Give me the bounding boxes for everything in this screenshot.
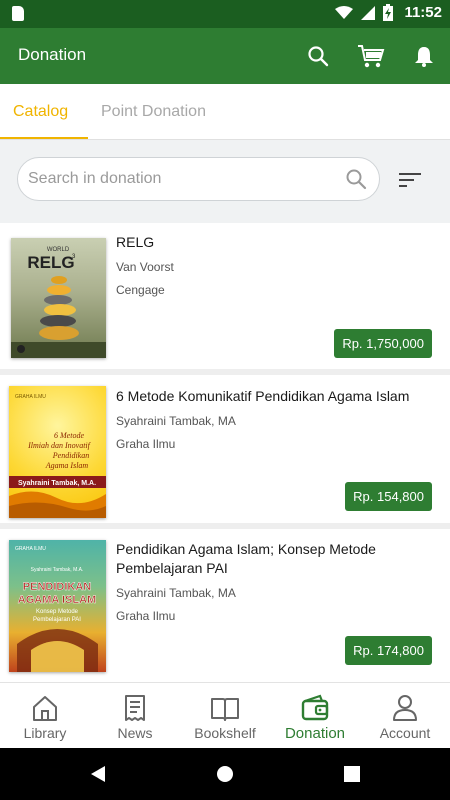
news-icon <box>125 695 145 721</box>
person-icon <box>393 695 417 721</box>
active-tab-indicator <box>0 137 88 139</box>
system-navigation-bar <box>0 748 450 800</box>
nav-account[interactable]: Account <box>360 683 450 749</box>
tab-point-donation[interactable]: Point Donation <box>101 103 206 121</box>
cover-line: Pendidikan <box>52 451 89 460</box>
cover-title-text: RELG <box>27 253 74 272</box>
cover-line: PENDIDIKAN <box>23 581 92 593</box>
book-cover-art: GRAHA ILMU Syahraini Tambak, M.A. PENDID… <box>15 546 98 672</box>
book-card[interactable]: GRAHA ILMU 6 Metode Ilmiah dan Inovatif … <box>0 375 450 523</box>
book-author: Van Voorst <box>116 260 174 274</box>
cover-edition-text: 3 <box>72 254 76 260</box>
tab-catalog[interactable]: Catalog <box>13 103 68 121</box>
clock: 11:52 <box>404 4 442 21</box>
home-icon <box>33 696 57 721</box>
notifications-button[interactable] <box>410 42 438 70</box>
search-button[interactable] <box>304 42 332 70</box>
wallet-icon <box>301 694 329 721</box>
cover-author-text: Syahraini Tambak, M.A. <box>18 480 96 487</box>
cart-icon <box>358 45 385 68</box>
cover-line: AGAMA ISLAM <box>18 594 96 606</box>
price-button[interactable]: Rp. 174,800 <box>345 636 432 665</box>
sim-card-icon <box>12 6 24 21</box>
tab-bar: Catalog Point Donation <box>0 84 450 140</box>
search-area <box>0 140 450 223</box>
app-bar: Donation <box>0 28 450 84</box>
bottom-navigation: Library News Bookshelf Donation Account <box>0 682 450 748</box>
book-cover[interactable]: GRAHA ILMU Syahraini Tambak, M.A. PENDID… <box>9 540 106 672</box>
book-publisher: Graha Ilmu <box>116 609 176 623</box>
book-publisher: Cengage <box>116 283 165 297</box>
cover-line: Agama Islam <box>45 461 89 470</box>
book-card[interactable]: WORLD RELG 3 RELG Van Voorst Cengage Rp.… <box>0 223 450 369</box>
cover-publisher-text: GRAHA ILMU <box>15 546 46 552</box>
book-card[interactable]: GRAHA ILMU Syahraini Tambak, M.A. PENDID… <box>0 529 450 682</box>
nav-library[interactable]: Library <box>0 683 90 749</box>
book-title[interactable]: 6 Metode Komunikatif Pendidikan Agama Is… <box>116 387 434 406</box>
cover-publisher-text: GRAHA ILMU <box>15 394 46 400</box>
search-icon[interactable] <box>345 168 367 190</box>
book-cover-art: WORLD RELG 3 <box>11 247 106 358</box>
book-icon <box>211 698 239 721</box>
cover-line: 6 Metode <box>54 431 84 440</box>
price-button[interactable]: Rp. 154,800 <box>345 482 432 511</box>
status-bar: 11:52 <box>0 0 450 28</box>
book-title[interactable]: Pendidikan Agama Islam; Konsep Metode Pe… <box>116 540 434 578</box>
book-cover-art: GRAHA ILMU 6 Metode Ilmiah dan Inovatif … <box>9 394 106 518</box>
battery-charging-icon <box>383 4 394 21</box>
nav-news[interactable]: News <box>90 683 180 749</box>
nav-label: Bookshelf <box>194 725 256 741</box>
nav-label: Library <box>23 725 67 741</box>
wifi-icon <box>335 5 354 19</box>
cover-author-text: Syahraini Tambak, M.A. <box>31 567 84 573</box>
book-title[interactable]: RELG <box>116 233 434 252</box>
page-title: Donation <box>18 45 87 64</box>
cart-button[interactable] <box>357 42 385 70</box>
price-button[interactable]: Rp. 1,750,000 <box>334 329 432 358</box>
cover-line: Ilmiah dan Inovatif <box>27 441 92 450</box>
signal-icon <box>361 5 376 20</box>
cover-subtitle: Pembelajaran PAI <box>33 617 81 623</box>
search-box <box>17 157 380 201</box>
sort-icon <box>399 173 421 187</box>
nav-label: Account <box>379 725 431 741</box>
book-author: Syahraini Tambak, MA <box>116 414 236 428</box>
search-icon <box>308 46 329 67</box>
bell-icon <box>415 47 433 67</box>
back-icon[interactable] <box>89 765 107 783</box>
status-icons: 11:52 <box>335 4 442 21</box>
recents-icon[interactable] <box>344 766 360 782</box>
home-circle-icon[interactable] <box>216 765 234 783</box>
book-publisher: Graha Ilmu <box>116 437 176 451</box>
search-input[interactable] <box>28 166 338 192</box>
book-author: Syahraini Tambak, MA <box>116 586 236 600</box>
book-cover[interactable]: WORLD RELG 3 <box>11 238 106 358</box>
sort-button[interactable] <box>398 170 422 190</box>
cover-subtitle: Konsep Metode <box>36 609 79 615</box>
nav-label: News <box>117 725 153 741</box>
nav-label: Donation <box>284 725 346 742</box>
nav-donation[interactable]: Donation <box>270 683 360 749</box>
book-cover[interactable]: GRAHA ILMU 6 Metode Ilmiah dan Inovatif … <box>9 386 106 518</box>
nav-bookshelf[interactable]: Bookshelf <box>180 683 270 749</box>
